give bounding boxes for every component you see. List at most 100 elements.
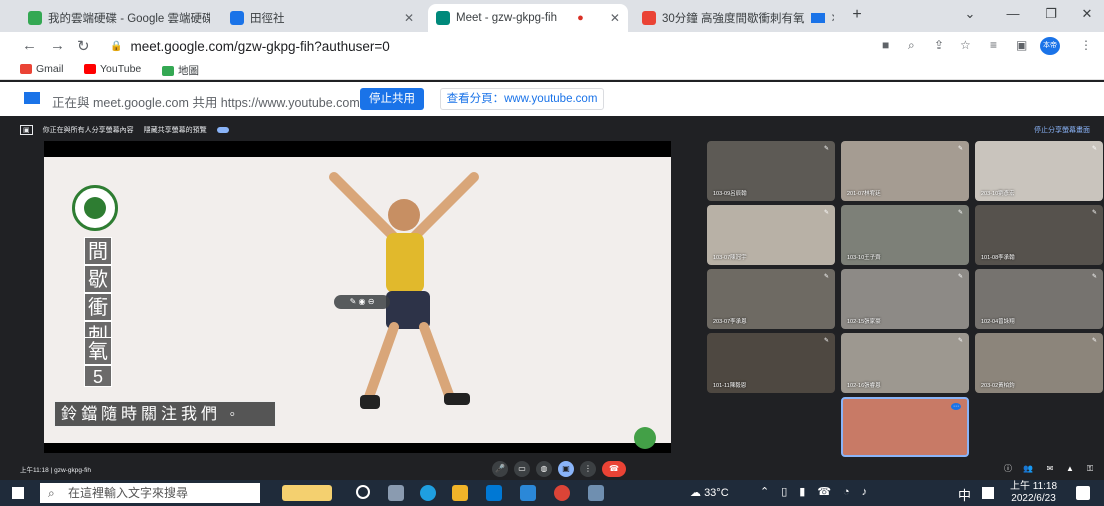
menu-icon[interactable]: ⋮ [1080,38,1092,52]
participant-tile[interactable]: ✎ 203-07李承恩 [707,269,835,329]
search-highlight-icon[interactable] [282,485,332,501]
camera-icon[interactable]: ■ [882,38,889,52]
tab-label: Meet - gzw-gkpg-fih [456,12,557,24]
camera-icon[interactable]: ▭ [514,461,530,477]
present-now-icon[interactable]: ▣ [558,461,574,477]
view-tab-button[interactable]: 查看分頁：www.youtube.com [440,88,604,110]
ime-indicator[interactable]: 中 [958,485,971,504]
close-icon[interactable]: ✕ [604,11,620,25]
mic-off-icon: ✎ [823,210,829,216]
participant-tile[interactable]: ✎ 102-04曾詠翔 [975,269,1103,329]
reload-icon[interactable]: ↻ [77,37,90,55]
taskbar-clock[interactable]: 上午 11:18 2022/6/23 [1010,481,1057,505]
windows-start-icon[interactable] [12,487,24,499]
windows-taskbar: ⌕ 在這裡輸入文字來搜尋 ☁ 33°C ⌃▯▮☎◔♪ 中 上午 11:18 20… [0,480,1104,506]
tab-google-drive[interactable]: 我的雲端硬碟 - Google 雲端硬碟 ✕ [20,4,210,32]
participant-name: 103-07陳冠宇 [713,255,747,261]
search-icon: ⌕ [48,486,55,500]
app-icon[interactable] [588,485,604,501]
tab-track-club[interactable]: 田徑社 ✕ [222,4,422,32]
more-options-icon[interactable]: ⋮ [580,461,596,477]
stop-presenting-link[interactable]: 停止分享螢幕畫面 [1034,125,1090,135]
info-icon[interactable]: ⓘ [1000,461,1016,477]
participant-tile[interactable]: ✎ 201-07林宥廷 [841,141,969,201]
mic-off-icon: ✎ [1091,338,1097,344]
leave-call-button[interactable]: ☎ [602,461,626,477]
presenter-controls[interactable]: ✎ ◉ ⊖ [334,295,390,309]
back-icon[interactable]: ← [22,37,37,54]
meet-top-bar: ▣ 你正在與所有人分享螢幕內容 隱藏共享螢幕的預覽 [20,125,229,135]
participant-tile-speaking[interactable]: ⋯ [841,397,969,457]
close-icon[interactable]: ✕ [398,11,414,25]
mic-off-icon: ✎ [957,338,963,344]
mail-icon[interactable] [520,485,536,501]
participant-name: 101-11陳毅恩 [713,383,747,389]
cortana-icon[interactable] [356,485,370,499]
ime-mode-icon[interactable] [982,487,994,499]
notifications-icon[interactable] [1076,486,1090,500]
slide-title-char: 間 [84,237,112,265]
participant-tile[interactable]: ✎ 101-11陳毅恩 [707,333,835,393]
forward-icon[interactable]: → [50,37,65,54]
meet-bottom-bar: 上午11:18 | gzw-gkpg-fih 🎤 ▭ ◍ ▣ ⋮ ☎ ⓘ 👥 ✉… [0,459,1104,479]
participant-tile[interactable]: ✎ 102-16張睿恩 [841,333,969,393]
participant-tile[interactable]: ✎ 103-07陳冠宇 [707,205,835,265]
stop-sharing-button[interactable]: 停止共用 [360,88,424,110]
tab-label: 我的雲端硬碟 - Google 雲端硬碟 [48,13,210,25]
store-icon[interactable] [486,485,502,501]
sharing-notice: 你正在與所有人分享螢幕內容 [42,127,134,134]
chat-icon[interactable]: ✉ [1042,461,1058,477]
slide-title-char: 衝 [84,293,112,321]
close-window-button[interactable]: ✕ [1072,6,1102,22]
weather-widget[interactable]: ☁ 33°C [690,486,729,499]
mic-off-icon: ✎ [823,274,829,280]
new-tab-button[interactable]: + [842,6,872,24]
participant-tile[interactable]: ✎ 103-09呂辰翰 [707,141,835,201]
captions-icon[interactable]: ◍ [536,461,552,477]
meet-icon [436,11,450,25]
share-icon[interactable]: ⇪ [934,38,944,52]
address-bar[interactable]: 🔒 meet.google.com/gzw-gkpg-fih?authuser=… [110,36,710,56]
minimize-button[interactable]: — [998,6,1028,21]
preview-toggle[interactable] [216,127,229,133]
tab-youtube[interactable]: 30分鐘 高強度間歇衝刺有氧 ✕ [634,4,834,32]
file-explorer-icon[interactable] [452,485,468,501]
bookmark-gmail[interactable]: Gmail [20,63,63,75]
youtube-icon [84,64,96,74]
participant-tile[interactable]: ✎ 102-15張家豪 [841,269,969,329]
screen-share-icon [24,92,40,104]
task-view-icon[interactable] [388,485,404,501]
lock-icon[interactable]: ⚿ [1082,461,1098,477]
mic-off-icon: ✎ [957,210,963,216]
system-tray-icons[interactable]: ⌃▯▮☎◔♪ [760,485,879,498]
mic-icon[interactable]: 🎤 [492,461,508,477]
participant-tile[interactable]: ✎ 101-08李承翰 [975,205,1103,265]
bookmark-label: Gmail [36,63,64,75]
edge-icon[interactable] [420,485,436,501]
side-panel-icon[interactable]: ▣ [1016,38,1027,52]
hide-preview-link[interactable]: 隱藏共享螢幕的預覽 [144,125,207,135]
participant-tile[interactable]: ✎ 103-10王子齊 [841,205,969,265]
reading-list-icon[interactable]: ≡ [990,38,997,52]
participant-tile[interactable]: ✎ 203-10劉彥宏 [975,141,1103,201]
bookmark-youtube[interactable]: YouTube [84,63,141,75]
activities-icon[interactable]: ▲ [1062,461,1078,477]
tab-search-icon[interactable]: ⌄ [955,6,985,22]
tab-meet[interactable]: Meet - gzw-gkpg-fih ● ✕ [428,4,628,32]
bookmark-star-icon[interactable]: ☆ [960,38,971,52]
speaking-indicator-icon: ⋯ [951,403,961,410]
participant-name: 102-15張家豪 [847,319,881,325]
participant-name: 203-07李承恩 [713,319,747,325]
people-icon[interactable]: 👥 [1020,461,1036,477]
restore-button[interactable]: ❐ [1036,6,1066,22]
participant-tile[interactable]: ✎ 203-02黃柏鈞 [975,333,1103,393]
bookmark-maps[interactable]: 地圖 [162,63,199,78]
shared-screen: 間 歇 衝 刺 有 ✎ ◉ ⊖ 鈴鐺隨時關注我們 ◦ [44,141,671,453]
mic-off-icon: ✎ [823,146,829,152]
chrome-icon[interactable] [554,485,570,501]
taskbar-search-box[interactable]: ⌕ 在這裡輸入文字來搜尋 [40,483,260,503]
clock-time: 上午 11:18 [1010,481,1058,492]
close-icon[interactable]: ✕ [825,11,835,25]
profile-avatar[interactable]: 本帝 [1040,37,1060,55]
zoom-icon[interactable]: ⌕ [908,38,915,53]
